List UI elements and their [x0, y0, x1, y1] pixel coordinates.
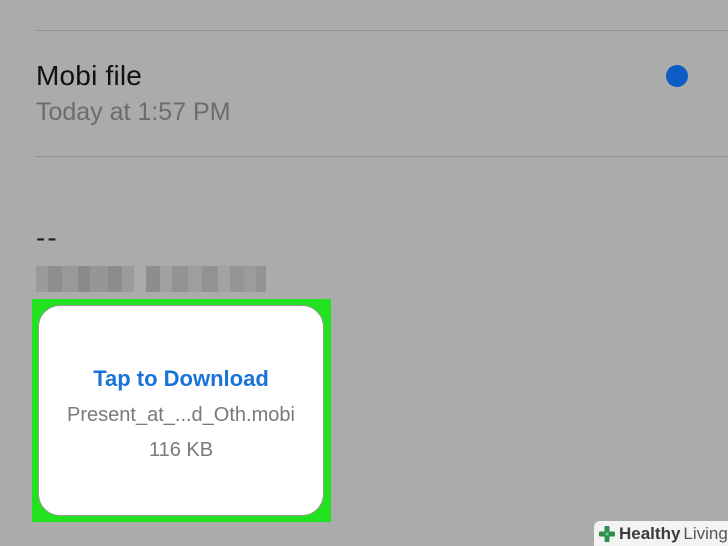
signature-separator: --: [36, 222, 59, 253]
redacted-name: [36, 266, 134, 292]
attachment-file-name: Present_at_...d_Oth.mobi: [67, 404, 295, 426]
divider-header: [36, 156, 728, 157]
plus-cross-icon: [599, 525, 615, 542]
attachment-download-card[interactable]: Tap to Download Present_at_...d_Oth.mobi…: [38, 305, 324, 516]
tap-to-download-link[interactable]: Tap to Download: [39, 366, 323, 392]
divider-top: [36, 30, 728, 31]
watermark-brand-light: Living: [683, 523, 728, 543]
watermark-logo: Healthy Living: [594, 521, 728, 546]
attachment-file-size: 116 KB: [148, 439, 214, 461]
message-subject: Mobi file: [36, 60, 143, 91]
redacted-surname: [146, 266, 266, 292]
message-timestamp: Today at 1:57 PM: [36, 98, 231, 126]
unread-indicator-icon: [666, 65, 688, 87]
watermark-brand-strong: Healthy: [619, 523, 681, 543]
